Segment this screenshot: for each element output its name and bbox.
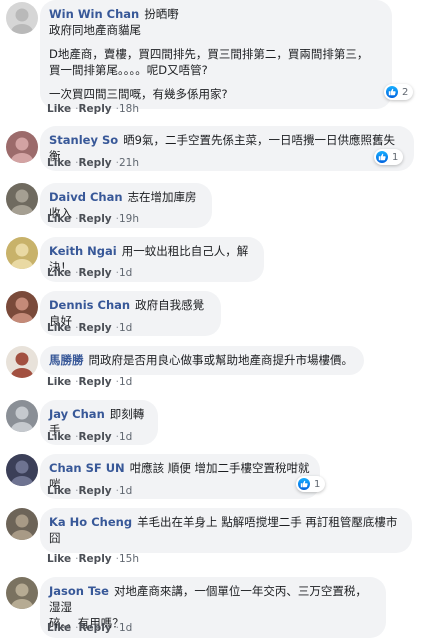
comment-author[interactable]: Jay Chan <box>49 407 105 421</box>
timestamp[interactable]: 1d <box>119 622 132 634</box>
comment-text: D地產商，賣樓，買四間排先，買三間排第二，買兩間排第三， <box>49 47 369 61</box>
comment-actions: Like ·Reply ·21h <box>47 157 139 171</box>
reply-link[interactable]: Reply <box>78 213 111 225</box>
like-link[interactable]: Like <box>47 322 71 334</box>
avatar[interactable] <box>6 2 38 34</box>
comment-actions: Like ·Reply ·1d <box>47 267 132 281</box>
reply-link[interactable]: Reply <box>78 553 111 565</box>
like-link[interactable]: Like <box>47 213 71 225</box>
timestamp[interactable]: 18h <box>119 103 139 115</box>
timestamp[interactable]: 21h <box>119 157 139 169</box>
comment-author[interactable]: Ka Ho Cheng <box>49 515 132 529</box>
comment-author[interactable]: 馬勝勝 <box>49 353 84 367</box>
comment-actions: Like ·Reply ·1d <box>47 376 132 390</box>
avatar[interactable] <box>6 454 38 486</box>
comment-bubble: Ka Ho Cheng 羊毛出在羊身上 點解唔搅埋二手 再訂租管壓底樓市囧 <box>40 508 412 553</box>
like-link[interactable]: Like <box>47 431 71 443</box>
avatar[interactable] <box>6 508 38 540</box>
timestamp[interactable]: 15h <box>119 553 139 565</box>
comment-actions: Like ·Reply ·1d <box>47 622 132 636</box>
comment-actions: Like ·Reply ·15h <box>47 553 139 567</box>
like-link[interactable]: Like <box>47 103 71 115</box>
like-link[interactable]: Like <box>47 553 71 565</box>
comment-author[interactable]: Keith Ngai <box>49 244 117 258</box>
comment-text: 羊毛出在羊身上 點解唔搅埋二手 再訂租管壓底樓市 <box>137 515 398 529</box>
reply-link[interactable]: Reply <box>78 431 111 443</box>
reaction-count[interactable]: 2 <box>384 84 414 100</box>
comment-actions: Like ·Reply ·19h <box>47 213 139 227</box>
comment-actions: Like ·Reply ·1d <box>47 485 132 499</box>
timestamp[interactable]: 19h <box>119 213 139 225</box>
reply-link[interactable]: Reply <box>78 622 111 634</box>
comment-author[interactable]: Daivd Chan <box>49 190 123 204</box>
like-link[interactable]: Like <box>47 267 71 279</box>
like-link[interactable]: Like <box>47 485 71 497</box>
comment-text: 問政府是否用良心做事或幫助地產商提升市場樓價。 <box>88 353 354 367</box>
comment-text: 囧 <box>49 531 61 545</box>
reply-link[interactable]: Reply <box>78 103 111 115</box>
reaction-count[interactable]: 1 <box>296 476 326 492</box>
reply-link[interactable]: Reply <box>78 157 111 169</box>
comment-text: 買一間排第尾。。。。呢D又唔管? <box>49 63 208 77</box>
reaction-count[interactable]: 1 <box>374 149 404 165</box>
reply-link[interactable]: Reply <box>78 485 111 497</box>
comment-actions: Like ·Reply ·1d <box>47 322 132 336</box>
comment-bubble: 馬勝勝 問政府是否用良心做事或幫助地產商提升市場樓價。 <box>40 346 364 375</box>
thumbs-up-icon <box>376 151 388 163</box>
reply-link[interactable]: Reply <box>78 267 111 279</box>
reaction-number: 1 <box>392 151 399 163</box>
like-link[interactable]: Like <box>47 622 71 634</box>
reply-link[interactable]: Reply <box>78 322 111 334</box>
comment-author[interactable]: Chan SF UN <box>49 461 125 475</box>
avatar[interactable] <box>6 400 38 432</box>
avatar[interactable] <box>6 183 38 215</box>
comment-author[interactable]: Dennis Chan <box>49 298 130 312</box>
thumbs-up-icon <box>298 478 310 490</box>
thumbs-up-icon <box>386 86 398 98</box>
avatar[interactable] <box>6 577 38 609</box>
reaction-number: 2 <box>402 86 409 98</box>
comment-actions: Like ·Reply ·1d <box>47 431 132 445</box>
timestamp[interactable]: 1d <box>119 267 132 279</box>
comment-actions: Like ·Reply ·18h <box>47 103 139 117</box>
avatar[interactable] <box>6 237 38 269</box>
comment-text: 一次買四間三間嘅，有幾多係用家? <box>49 87 228 101</box>
comment-text: 扮晒嘢 <box>144 7 179 21</box>
reply-link[interactable]: Reply <box>78 376 111 388</box>
comment-text: 政府同地產商貓尾 <box>49 23 141 37</box>
timestamp[interactable]: 1d <box>119 376 132 388</box>
timestamp[interactable]: 1d <box>119 485 132 497</box>
like-link[interactable]: Like <box>47 376 71 388</box>
avatar[interactable] <box>6 346 38 378</box>
timestamp[interactable]: 1d <box>119 322 132 334</box>
comment-bubble: Win Win Chan 扮晒嘢 政府同地產商貓尾 D地產商，賣樓，買四間排先，買三間… <box>40 0 392 109</box>
avatar[interactable] <box>6 131 38 163</box>
reaction-number: 1 <box>314 478 321 490</box>
comment-author[interactable]: Jason Tse <box>49 584 109 598</box>
avatar[interactable] <box>6 291 38 323</box>
timestamp[interactable]: 1d <box>119 431 132 443</box>
comment-author[interactable]: Stanley So <box>49 133 118 147</box>
comment-author[interactable]: Win Win Chan <box>49 7 139 21</box>
like-link[interactable]: Like <box>47 157 71 169</box>
